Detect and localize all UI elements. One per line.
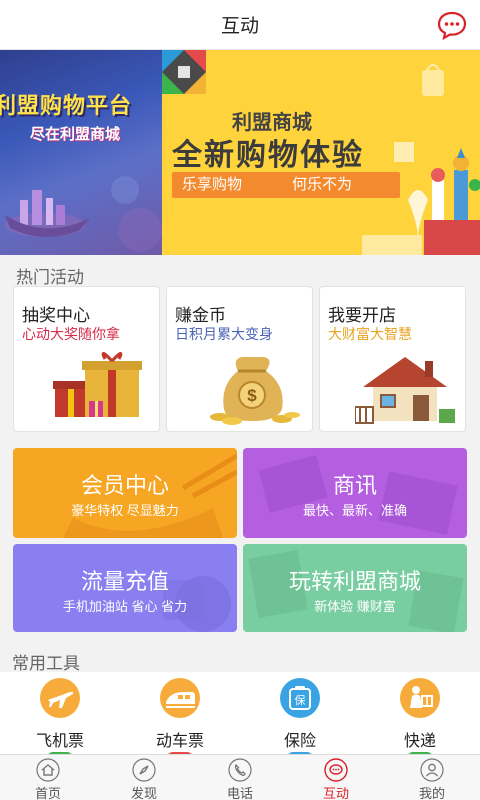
tab-mine[interactable]: 我的 (384, 755, 480, 800)
banner-slide-right[interactable]: 利盟商城 全新购物体验 乐享购物 何乐不为 (162, 50, 480, 255)
banner-left-subline: 尽在利盟商城 (30, 126, 121, 143)
slogan-right: 何乐不为 (292, 176, 353, 193)
card-title: 我要开店 (328, 306, 396, 325)
gift-boxes-icon (53, 352, 142, 417)
tab-home[interactable]: 首页 (0, 755, 96, 800)
common-tools-title: 常用工具 (12, 654, 80, 673)
phone-icon (228, 758, 252, 782)
tab-label: 发现 (130, 786, 157, 800)
card-subtitle: 大财富大智慧 (328, 326, 412, 342)
compass-icon (132, 758, 156, 782)
page-title: 互动 (220, 16, 259, 37)
train-icon (160, 678, 200, 718)
tile-title: 玩转利盟商城 (288, 569, 421, 594)
open-store-card[interactable]: 我要开店 大财富大智慧 (319, 286, 466, 432)
news-tile[interactable]: 商讯 最快、最新、准确 (243, 448, 467, 538)
user-icon (420, 758, 444, 782)
svg-text:$: $ (247, 386, 257, 405)
tab-label: 电话 (226, 786, 253, 800)
card-subtitle: 日积月累大变身 (175, 326, 273, 342)
money-bag-icon: $ (210, 357, 300, 425)
tab-discover[interactable]: 发现 (96, 755, 192, 800)
tile-title: 流量充值 (80, 569, 169, 594)
bottom-tab-bar: 首页 发现 电话 互动 我的 (0, 754, 480, 800)
tab-label: 互动 (322, 786, 349, 800)
courier-tool[interactable]: 快递 (380, 678, 460, 750)
slogan-left: 乐享购物 (182, 176, 243, 193)
tool-label: 飞机票 (35, 733, 84, 750)
tool-label: 保险 (283, 733, 316, 750)
insurance-tool[interactable]: 保 保险 (260, 678, 340, 750)
tile-title: 商讯 (332, 473, 377, 498)
tab-phone[interactable]: 电话 (192, 755, 288, 800)
top-bar: 互动 (0, 0, 480, 50)
tool-label: 动车票 (155, 733, 204, 750)
tools-panel: 飞机票 动车票 保 保险 快递 (0, 672, 480, 754)
tile-subtitle: 豪华特权 尽显魅力 (71, 503, 179, 518)
tab-interact[interactable]: 互动 (288, 755, 384, 800)
banner-right-headline: 全新购物体验 (172, 139, 364, 172)
banner-slide-left[interactable]: 利盟购物平台 尽在利盟商城 (0, 50, 162, 255)
card-title: 赚金币 (175, 306, 226, 325)
courier-icon (400, 678, 440, 718)
earn-coins-card[interactable]: 赚金币 日积月累大变身 $ (166, 286, 313, 432)
card-subtitle: 心动大奖随你拿 (22, 326, 120, 342)
hot-activities-title: 热门活动 (16, 268, 84, 287)
card-title: 抽奖中心 (22, 306, 90, 325)
lottery-center-card[interactable]: 抽奖中心 心动大奖随你拿 (13, 286, 160, 432)
home-icon (36, 758, 60, 782)
banner-right-slogan: 乐享购物 何乐不为 (172, 172, 400, 198)
chat-icon (324, 758, 348, 782)
train-ticket-tool[interactable]: 动车票 (140, 678, 220, 750)
tile-subtitle: 新体验 赚财富 (314, 599, 396, 614)
city-illustration (5, 176, 162, 252)
tab-label: 首页 (34, 786, 61, 800)
promo-banner[interactable]: 利盟购物平台 尽在利盟商城 利盟商城 全新购物体验 乐享购物 何乐不为 (0, 50, 480, 255)
tile-subtitle: 手机加油站 省心 省力 (62, 599, 188, 614)
member-center-tile[interactable]: 会员中心 豪华特权 尽显魅力 (13, 448, 237, 538)
explore-mall-tile[interactable]: 玩转利盟商城 新体验 赚财富 (243, 544, 467, 632)
chat-bubble-icon[interactable] (436, 9, 468, 41)
flight-ticket-tool[interactable]: 飞机票 (20, 678, 100, 750)
tile-title: 会员中心 (80, 473, 169, 498)
banner-left-headline: 利盟购物平台 (0, 93, 133, 118)
insurance-icon: 保 (280, 678, 320, 718)
svg-text:保: 保 (295, 693, 306, 707)
data-recharge-tile[interactable]: 流量充值 手机加油站 省心 省力 (13, 544, 237, 632)
tab-label: 我的 (418, 786, 445, 800)
tile-subtitle: 最快、最新、准确 (302, 503, 407, 518)
house-icon (355, 357, 455, 424)
airplane-icon (40, 678, 80, 718)
tool-label: 快递 (403, 733, 436, 750)
